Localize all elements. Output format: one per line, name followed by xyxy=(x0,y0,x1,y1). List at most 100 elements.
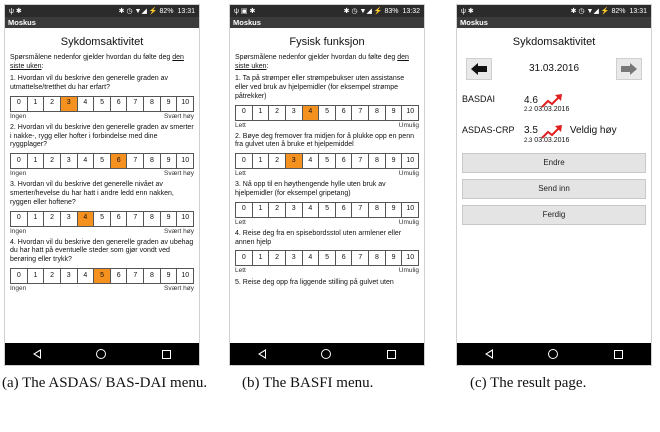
rating-option[interactable]: 8 xyxy=(143,210,161,227)
home-icon[interactable] xyxy=(96,349,107,359)
rating-option[interactable]: 1 xyxy=(251,153,270,170)
rating-option[interactable]: 6 xyxy=(109,95,128,112)
rating-option[interactable]: 5 xyxy=(318,153,336,170)
rating-option[interactable]: 5 xyxy=(93,267,111,284)
rating-option[interactable]: 1 xyxy=(26,95,45,112)
rating-option[interactable]: 3 xyxy=(59,153,78,170)
rating-option[interactable]: 10 xyxy=(176,153,195,170)
rating-option[interactable]: 1 xyxy=(251,250,270,267)
rating-option[interactable]: 2 xyxy=(268,104,286,121)
rating-option[interactable]: 8 xyxy=(368,153,386,170)
rating-option[interactable]: 2 xyxy=(43,95,61,112)
back-icon[interactable] xyxy=(32,349,41,359)
rating-option[interactable]: 9 xyxy=(159,95,178,112)
rating-option[interactable]: 3 xyxy=(59,267,78,284)
rating-option[interactable]: 0 xyxy=(235,201,253,218)
rating-option[interactable]: 6 xyxy=(109,153,128,170)
rating-option[interactable]: 10 xyxy=(401,153,420,170)
rating-option[interactable]: 10 xyxy=(176,267,195,284)
previous-date-button[interactable] xyxy=(466,57,492,80)
rating-option[interactable]: 2 xyxy=(268,153,286,170)
rating-option[interactable]: 2 xyxy=(43,267,61,284)
rating-option[interactable]: 4 xyxy=(301,250,320,267)
rating-option[interactable]: 9 xyxy=(384,153,403,170)
rating-option[interactable]: 5 xyxy=(318,104,336,121)
rating-option[interactable]: 9 xyxy=(159,153,178,170)
rating-option[interactable]: 0 xyxy=(235,104,253,121)
rating-option[interactable]: 1 xyxy=(251,104,270,121)
recent-apps-icon[interactable] xyxy=(614,349,624,359)
rating-option[interactable]: 7 xyxy=(351,201,370,218)
home-icon[interactable] xyxy=(321,349,332,359)
rating-option[interactable]: 4 xyxy=(76,95,95,112)
next-date-button[interactable] xyxy=(616,57,642,80)
rating-option[interactable]: 5 xyxy=(93,210,111,227)
rating-option[interactable]: 7 xyxy=(351,153,370,170)
rating-option[interactable]: 7 xyxy=(351,250,370,267)
rating-option[interactable]: 3 xyxy=(59,95,78,112)
rating-option[interactable]: 1 xyxy=(26,153,45,170)
rating-option[interactable]: 1 xyxy=(26,267,45,284)
rating-option[interactable]: 3 xyxy=(284,250,303,267)
back-icon[interactable] xyxy=(484,349,493,359)
rating-option[interactable]: 0 xyxy=(235,250,253,267)
rating-option[interactable]: 6 xyxy=(109,267,128,284)
edit-button[interactable]: Endre xyxy=(462,153,646,174)
rating-option[interactable]: 9 xyxy=(384,250,403,267)
rating-option[interactable]: 8 xyxy=(368,250,386,267)
home-icon[interactable] xyxy=(548,349,559,359)
rating-option[interactable]: 4 xyxy=(76,267,95,284)
back-icon[interactable] xyxy=(257,349,266,359)
rating-option[interactable]: 3 xyxy=(59,210,78,227)
rating-option[interactable]: 4 xyxy=(76,153,95,170)
rating-option[interactable]: 8 xyxy=(143,95,161,112)
rating-option[interactable]: 5 xyxy=(93,153,111,170)
rating-option[interactable]: 7 xyxy=(126,153,145,170)
rating-option[interactable]: 6 xyxy=(334,104,353,121)
rating-option[interactable]: 10 xyxy=(176,210,195,227)
recent-apps-icon[interactable] xyxy=(387,349,397,359)
rating-option[interactable]: 7 xyxy=(126,267,145,284)
rating-option[interactable]: 8 xyxy=(143,267,161,284)
done-button[interactable]: Ferdig xyxy=(462,205,646,226)
rating-option[interactable]: 10 xyxy=(176,95,195,112)
rating-option[interactable]: 10 xyxy=(401,104,420,121)
rating-option[interactable]: 4 xyxy=(301,153,320,170)
rating-option[interactable]: 6 xyxy=(334,153,353,170)
rating-option[interactable]: 1 xyxy=(251,201,270,218)
rating-option[interactable]: 2 xyxy=(268,250,286,267)
rating-option[interactable]: 7 xyxy=(126,95,145,112)
rating-option[interactable]: 6 xyxy=(334,201,353,218)
rating-option[interactable]: 9 xyxy=(384,104,403,121)
rating-option[interactable]: 3 xyxy=(284,153,303,170)
rating-option[interactable]: 7 xyxy=(351,104,370,121)
rating-option[interactable]: 10 xyxy=(401,250,420,267)
rating-option[interactable]: 8 xyxy=(143,153,161,170)
rating-option[interactable]: 4 xyxy=(301,201,320,218)
rating-option[interactable]: 8 xyxy=(368,104,386,121)
recent-apps-icon[interactable] xyxy=(162,349,172,359)
rating-option[interactable]: 9 xyxy=(159,210,178,227)
rating-option[interactable]: 7 xyxy=(126,210,145,227)
rating-option[interactable]: 6 xyxy=(334,250,353,267)
rating-option[interactable]: 1 xyxy=(26,210,45,227)
rating-option[interactable]: 4 xyxy=(301,104,320,121)
rating-option[interactable]: 0 xyxy=(10,95,28,112)
rating-option[interactable]: 5 xyxy=(318,250,336,267)
rating-option[interactable]: 2 xyxy=(43,210,61,227)
rating-option[interactable]: 10 xyxy=(401,201,420,218)
rating-option[interactable]: 3 xyxy=(284,104,303,121)
rating-option[interactable]: 8 xyxy=(368,201,386,218)
rating-option[interactable]: 5 xyxy=(318,201,336,218)
rating-option[interactable]: 2 xyxy=(43,153,61,170)
rating-option[interactable]: 6 xyxy=(109,210,128,227)
rating-option[interactable]: 3 xyxy=(284,201,303,218)
rating-option[interactable]: 0 xyxy=(10,210,28,227)
submit-button[interactable]: Send inn xyxy=(462,179,646,200)
rating-option[interactable]: 0 xyxy=(10,153,28,170)
rating-option[interactable]: 0 xyxy=(235,153,253,170)
rating-option[interactable]: 4 xyxy=(76,210,95,227)
rating-option[interactable]: 9 xyxy=(384,201,403,218)
rating-option[interactable]: 0 xyxy=(10,267,28,284)
rating-option[interactable]: 2 xyxy=(268,201,286,218)
